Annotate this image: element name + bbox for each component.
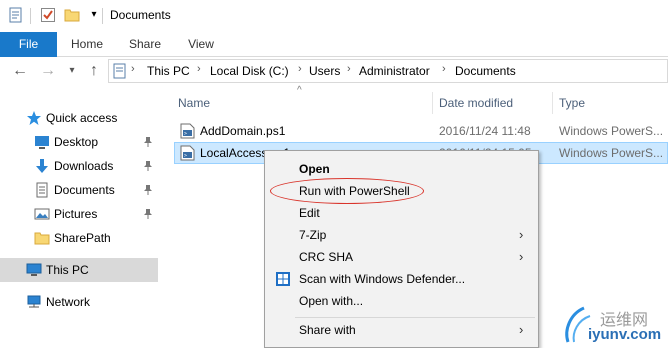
sidebar-item-label: Downloads xyxy=(54,159,114,173)
breadcrumb-local-disk[interactable]: Local Disk (C:) xyxy=(210,64,289,78)
menu-item-label: Share with xyxy=(299,323,356,337)
toolbar-separator xyxy=(102,8,103,24)
navigation-pane: Quick access Desktop Downloads Documents xyxy=(0,87,158,348)
address-computer-icon xyxy=(113,63,127,82)
sidebar-item-label: Desktop xyxy=(54,135,99,149)
ribbon-tabs: File Home Share View xyxy=(0,32,668,57)
menu-item-label: 7-Zip xyxy=(299,228,327,242)
sidebar-item-label: Pictures xyxy=(54,207,98,221)
desktop-icon xyxy=(34,134,50,150)
sidebar-item-label: This PC xyxy=(46,263,89,277)
column-header-type[interactable]: Type xyxy=(559,92,659,114)
breadcrumb-administrator[interactable]: Administrator xyxy=(359,64,430,78)
sidebar-item-downloads[interactable]: Downloads xyxy=(0,154,158,178)
menu-item-label: Edit xyxy=(299,206,320,220)
sidebar-item-label: Network xyxy=(46,295,91,309)
menu-item-open[interactable]: Open xyxy=(267,158,536,180)
properties-icon[interactable] xyxy=(8,7,24,23)
watermark-url: iyunv.com xyxy=(588,326,662,343)
title-bar: ▾ Documents xyxy=(0,0,668,32)
toolbar-separator xyxy=(30,8,31,24)
address-bar[interactable]: › This PC › Local Disk (C:) › Users › Ad… xyxy=(108,59,668,83)
sidebar-item-pictures[interactable]: Pictures xyxy=(0,202,158,226)
column-divider[interactable] xyxy=(552,92,553,114)
tab-share[interactable]: Share xyxy=(120,32,170,57)
new-folder-icon[interactable] xyxy=(64,7,80,23)
computer-icon xyxy=(26,262,42,278)
sidebar-item-sharepath[interactable]: SharePath xyxy=(0,226,158,250)
menu-item-7-zip[interactable]: 7-Zip › xyxy=(267,224,536,246)
breadcrumb-separator-icon[interactable]: › xyxy=(442,63,446,75)
documents-icon xyxy=(34,182,50,198)
sidebar-item-label: SharePath xyxy=(54,231,111,245)
back-arrow-icon[interactable]: ← xyxy=(12,63,28,79)
sidebar-item-desktop[interactable]: Desktop xyxy=(0,130,158,154)
menu-item-scan-with-windows-defender[interactable]: Scan with Windows Defender... xyxy=(267,268,536,290)
tab-view[interactable]: View xyxy=(176,32,226,57)
file-date-modified: 2016/11/24 11:48 xyxy=(439,124,531,138)
breadcrumb-separator-icon[interactable]: › xyxy=(197,63,201,75)
sidebar-item-label: Quick access xyxy=(46,111,118,125)
menu-item-label: Open xyxy=(299,162,330,176)
breadcrumb-separator-icon[interactable]: › xyxy=(131,63,135,75)
tab-home[interactable]: Home xyxy=(62,32,112,57)
sidebar-item-network[interactable]: Network xyxy=(0,290,158,314)
menu-item-label: Open with... xyxy=(299,294,364,308)
breadcrumb-documents[interactable]: Documents xyxy=(455,64,516,78)
folder-icon xyxy=(34,230,50,246)
submenu-chevron-icon: › xyxy=(519,249,524,264)
customize-dropdown-icon[interactable]: ▾ xyxy=(86,7,102,23)
sidebar-item-label: Documents xyxy=(54,183,115,197)
watermark: 运维网 iyunv.com xyxy=(562,300,668,348)
svg-text:>_: >_ xyxy=(184,131,191,137)
column-header-name[interactable]: Name xyxy=(178,92,432,114)
breadcrumb-users[interactable]: Users xyxy=(309,64,340,78)
breadcrumb-this-pc[interactable]: This PC xyxy=(147,64,190,78)
star-icon xyxy=(26,110,42,126)
up-arrow-icon[interactable]: ↑ xyxy=(86,63,102,79)
menu-item-label: CRC SHA xyxy=(299,250,354,264)
submenu-chevron-icon: › xyxy=(519,227,524,242)
pin-icon[interactable] xyxy=(143,136,153,148)
sidebar-item-quick-access[interactable]: Quick access xyxy=(0,106,158,130)
file-type: Windows PowerS... xyxy=(559,146,664,160)
tab-file[interactable]: File xyxy=(0,32,57,57)
breadcrumb-separator-icon[interactable]: › xyxy=(347,63,351,75)
windows-defender-icon xyxy=(275,271,291,287)
sidebar-item-documents[interactable]: Documents xyxy=(0,178,158,202)
menu-item-label: Scan with Windows Defender... xyxy=(299,272,466,286)
column-divider[interactable] xyxy=(432,92,433,114)
column-header-date-modified[interactable]: Date modified xyxy=(439,92,549,114)
network-icon xyxy=(26,294,42,310)
powershell-file-icon: >_ xyxy=(180,145,195,161)
menu-item-open-with[interactable]: Open with... xyxy=(267,290,536,312)
powershell-file-icon: >_ xyxy=(180,123,195,139)
annotation-ellipse xyxy=(270,178,424,204)
menu-item-edit[interactable]: Edit xyxy=(267,202,536,224)
table-row[interactable]: >_ AddDomain.ps1 2016/11/24 11:48 Window… xyxy=(174,120,668,142)
pin-icon[interactable] xyxy=(143,208,153,220)
pictures-icon xyxy=(34,206,50,222)
pin-icon[interactable] xyxy=(143,184,153,196)
checkmark-icon[interactable] xyxy=(40,7,56,23)
menu-item-crc-sha[interactable]: CRC SHA › xyxy=(267,246,536,268)
file-name: AddDomain.ps1 xyxy=(200,124,286,138)
forward-arrow-icon[interactable]: → xyxy=(40,63,56,79)
menu-item-share-with[interactable]: Share with › xyxy=(267,319,536,341)
submenu-chevron-icon: › xyxy=(519,322,524,337)
pin-icon[interactable] xyxy=(143,160,153,172)
svg-text:>_: >_ xyxy=(184,153,191,159)
breadcrumb-separator-icon[interactable]: › xyxy=(298,63,302,75)
download-arrow-icon xyxy=(34,158,50,174)
file-type: Windows PowerS... xyxy=(559,124,664,138)
window-title: Documents xyxy=(110,8,171,22)
recent-locations-chevron-icon[interactable]: ▾ xyxy=(64,63,80,79)
sidebar-item-this-pc[interactable]: This PC xyxy=(0,258,158,282)
menu-separator xyxy=(295,317,535,318)
